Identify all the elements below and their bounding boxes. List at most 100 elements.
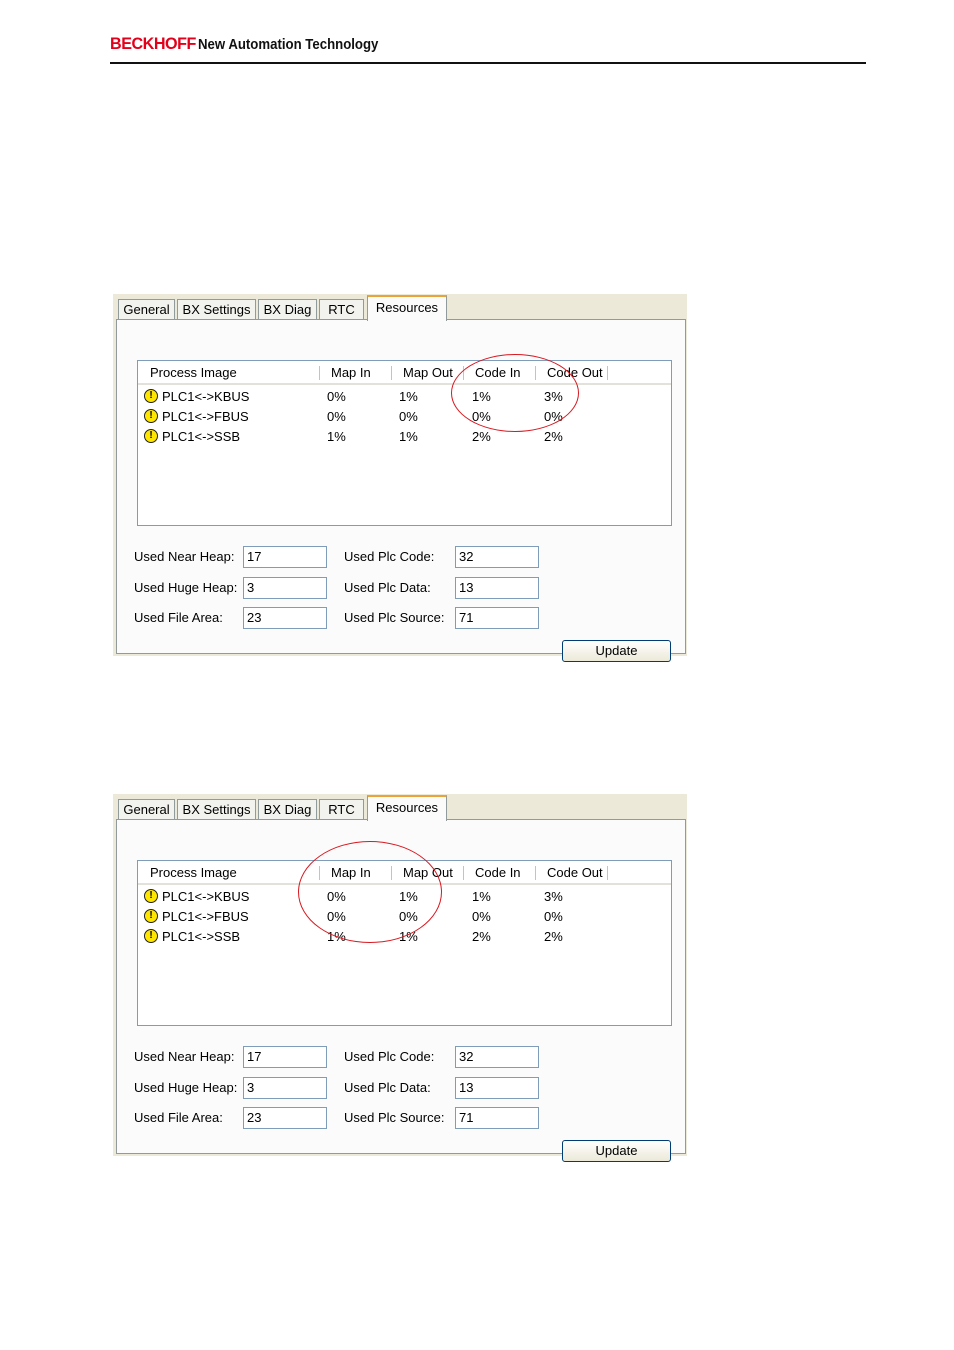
list-item[interactable]: ! PLC1<->SSB 1% 1% 2% 2%: [138, 927, 671, 947]
list-item[interactable]: ! PLC1<->FBUS 0% 0% 0% 0%: [138, 407, 671, 427]
map-in-value: 0%: [327, 889, 346, 904]
list-item[interactable]: ! PLC1<->KBUS 0% 1% 1% 3%: [138, 387, 671, 407]
col-map-in[interactable]: Map In: [325, 861, 390, 883]
map-in-value: 0%: [327, 909, 346, 924]
list-item[interactable]: ! PLC1<->KBUS 0% 1% 1% 3%: [138, 887, 671, 907]
warning-icon: !: [144, 909, 158, 923]
code-in-value: 0%: [472, 409, 491, 424]
warning-icon: !: [144, 429, 158, 443]
col-code-out[interactable]: Code Out: [541, 861, 606, 883]
plc-data-field[interactable]: 13: [455, 1077, 539, 1099]
plc-source-field[interactable]: 71: [455, 607, 539, 629]
tab-bx-settings[interactable]: BX Settings: [177, 799, 256, 819]
col-separator: [319, 866, 320, 880]
tab-panel: Process Image Map In Map Out Code In Cod…: [116, 819, 686, 1162]
process-name: PLC1<->FBUS: [162, 409, 249, 424]
plc-code-field[interactable]: 32: [455, 1046, 539, 1068]
code-in-value: 0%: [472, 909, 491, 924]
map-in-value: 1%: [327, 429, 346, 444]
col-code-in[interactable]: Code In: [469, 361, 534, 383]
col-code-out[interactable]: Code Out: [541, 361, 606, 383]
col-process-image[interactable]: Process Image: [144, 861, 319, 883]
process-name: PLC1<->KBUS: [162, 889, 250, 904]
plc-source-label: Used Plc Source:: [344, 610, 445, 625]
brand-logo: BECKHOFF: [110, 34, 196, 53]
tab-resources[interactable]: Resources: [367, 795, 447, 821]
code-out-value: 3%: [544, 889, 563, 904]
near-heap-field[interactable]: 17: [243, 1046, 327, 1068]
col-separator: [535, 366, 536, 380]
plc-source-field[interactable]: 71: [455, 1107, 539, 1129]
code-in-value: 2%: [472, 429, 491, 444]
code-out-value: 3%: [544, 389, 563, 404]
list-item[interactable]: ! PLC1<->FBUS 0% 0% 0% 0%: [138, 907, 671, 927]
map-in-value: 1%: [327, 929, 346, 944]
header-rule: [110, 62, 866, 64]
plc-data-field[interactable]: 13: [455, 577, 539, 599]
warning-icon: !: [144, 929, 158, 943]
col-process-image[interactable]: Process Image: [144, 361, 319, 383]
file-area-label: Used File Area:: [134, 610, 223, 625]
code-in-value: 1%: [472, 389, 491, 404]
tab-general[interactable]: General: [118, 799, 175, 819]
resources-dialog-1: General BX Settings BX Diag RTC Resource…: [113, 294, 687, 662]
code-out-value: 2%: [544, 929, 563, 944]
map-out-value: 1%: [399, 889, 418, 904]
col-map-out[interactable]: Map Out: [397, 361, 462, 383]
file-area-field[interactable]: 23: [243, 607, 327, 629]
col-separator: [391, 366, 392, 380]
page-header: BECKHOFF New Automation Technology: [110, 32, 866, 64]
warning-icon: !: [144, 389, 158, 403]
near-heap-field[interactable]: 17: [243, 546, 327, 568]
brand-tagline: New Automation Technology: [198, 36, 379, 53]
list-item[interactable]: ! PLC1<->SSB 1% 1% 2% 2%: [138, 427, 671, 447]
map-out-value: 1%: [399, 429, 418, 444]
code-out-value: 2%: [544, 429, 563, 444]
huge-heap-field[interactable]: 3: [243, 1077, 327, 1099]
process-name: PLC1<->SSB: [162, 429, 241, 444]
map-in-value: 0%: [327, 389, 346, 404]
huge-heap-label: Used Huge Heap:: [134, 1080, 238, 1095]
map-out-value: 0%: [399, 409, 418, 424]
tab-bx-settings[interactable]: BX Settings: [177, 299, 256, 319]
plc-data-label: Used Plc Data:: [344, 1080, 431, 1095]
tab-bx-diag[interactable]: BX Diag: [258, 299, 317, 319]
code-in-value: 1%: [472, 889, 491, 904]
file-area-label: Used File Area:: [134, 1110, 223, 1125]
tab-bx-diag[interactable]: BX Diag: [258, 799, 317, 819]
process-name: PLC1<->KBUS: [162, 389, 250, 404]
update-button[interactable]: Update: [562, 640, 671, 662]
map-out-value: 0%: [399, 909, 418, 924]
tab-general[interactable]: General: [118, 299, 175, 319]
update-button[interactable]: Update: [562, 1140, 671, 1162]
resources-dialog-2: General BX Settings BX Diag RTC Resource…: [113, 794, 687, 1162]
tab-rtc[interactable]: RTC: [319, 299, 364, 319]
huge-heap-label: Used Huge Heap:: [134, 580, 238, 595]
tab-resources[interactable]: Resources: [367, 295, 447, 321]
plc-code-label: Used Plc Code:: [344, 549, 435, 564]
map-out-value: 1%: [399, 929, 418, 944]
code-out-value: 0%: [544, 409, 563, 424]
map-out-value: 1%: [399, 389, 418, 404]
tab-panel: Process Image Map In Map Out Code In Cod…: [116, 319, 686, 662]
col-separator: [607, 366, 608, 380]
warning-icon: !: [144, 889, 158, 903]
col-code-in[interactable]: Code In: [469, 861, 534, 883]
huge-heap-field[interactable]: 3: [243, 577, 327, 599]
col-map-out[interactable]: Map Out: [397, 861, 462, 883]
col-separator: [535, 866, 536, 880]
warning-icon: !: [144, 409, 158, 423]
process-image-list[interactable]: Process Image Map In Map Out Code In Cod…: [137, 860, 672, 1026]
process-image-list[interactable]: Process Image Map In Map Out Code In Cod…: [137, 360, 672, 526]
col-separator: [319, 366, 320, 380]
col-separator: [463, 866, 464, 880]
col-map-in[interactable]: Map In: [325, 361, 390, 383]
plc-code-field[interactable]: 32: [455, 546, 539, 568]
plc-data-label: Used Plc Data:: [344, 580, 431, 595]
col-separator: [463, 366, 464, 380]
near-heap-label: Used Near Heap:: [134, 549, 235, 564]
tab-rtc[interactable]: RTC: [319, 799, 364, 819]
file-area-field[interactable]: 23: [243, 1107, 327, 1129]
col-separator: [391, 866, 392, 880]
plc-code-label: Used Plc Code:: [344, 1049, 435, 1064]
